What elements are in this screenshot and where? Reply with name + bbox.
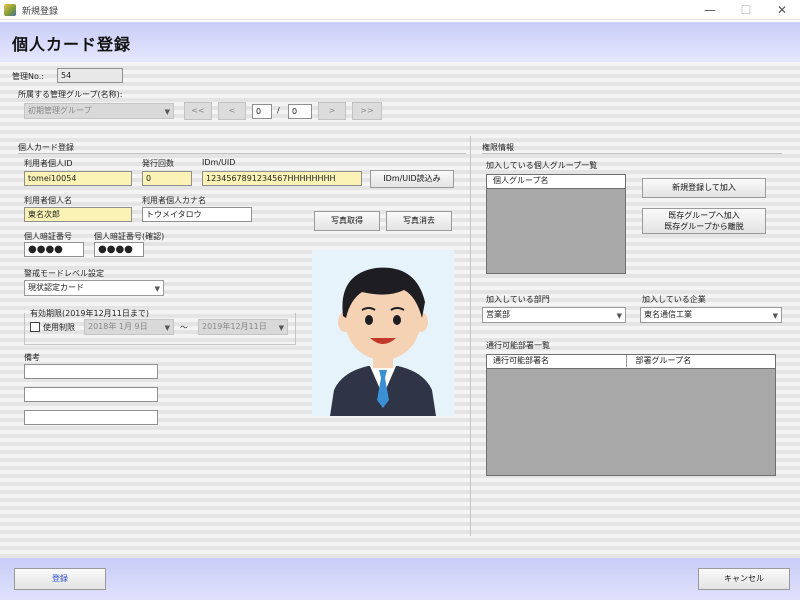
dept-group-column-header: 部署グループ名 [635,356,692,365]
page-header: 個人カード登録 [0,22,800,62]
date-from-picker[interactable]: 2018年 1月 9日 ▼ [84,319,174,335]
security-level-label: 警戒モードレベル設定 [24,269,104,278]
use-limit-label: 使用制限 [43,323,75,332]
passable-dept-list-header: 通行可能部署名 部署グループ名 [487,355,775,369]
date-to-picker[interactable]: 2019年12月11日 ▼ [198,319,288,335]
chevron-down-icon: ▼ [616,312,622,320]
personal-group-list-header: 個人グループ名 [487,175,625,189]
remarks-input-1[interactable] [24,364,158,379]
card-section-divider [18,153,466,154]
mgmt-no-label: 管理No.: [12,72,44,81]
chevron-down-icon: ▼ [772,312,778,320]
register-button[interactable]: 登録 [14,568,106,590]
department-select[interactable]: 営業部 ▼ [482,307,626,323]
remarks-label: 備考 [24,353,40,362]
date-to-value: 2019年12月11日 [202,322,267,331]
personal-group-column-header: 個人グループ名 [493,176,549,185]
photo-delete-button[interactable]: 写真消去 [386,211,452,231]
nav-prev-button[interactable]: < [218,102,246,120]
window-titlebar: 新規登録 — ☐ ✕ [0,0,800,20]
chevron-down-icon: ▼ [164,324,170,332]
use-limit-checkbox[interactable] [30,322,40,332]
minimize-icon[interactable]: — [700,2,720,18]
chevron-down-icon: ▼ [164,108,170,116]
company-label: 加入している企業 [642,295,706,304]
department-value: 営業部 [486,310,510,319]
personal-group-list[interactable]: 個人グループ名 [486,174,626,274]
pin-input[interactable]: ●●●● [24,242,84,257]
pin-label: 個人暗証番号 [24,232,72,241]
user-id-input[interactable]: tomei10054 [24,171,132,186]
card-section-label: 個人カード登録 [18,143,74,152]
new-group-join-button[interactable]: 新規登録して加入 [642,178,766,198]
page-footer: 登録 キャンセル [0,558,800,600]
remarks-input-3[interactable] [24,410,158,425]
page-index-field[interactable]: 0 [252,104,272,119]
app-icon [4,4,16,16]
security-level-select[interactable]: 現状認定カード ▼ [24,280,164,296]
photo-get-button[interactable]: 写真取得 [314,211,380,231]
issue-count-label: 発行回数 [142,159,174,168]
pin-confirm-input[interactable]: ●●●● [94,242,144,257]
column-divider [470,136,471,536]
user-kana-input[interactable]: トウメイタロウ [142,207,252,222]
group-select-value: 初期管理グループ [28,106,92,115]
close-icon[interactable]: ✕ [772,2,792,18]
maximize-icon[interactable]: ☐ [736,2,756,18]
nav-next-button[interactable]: > [318,102,346,120]
date-range-tilde: 〜 [180,323,188,332]
existing-group-join-label: 既存グループへ加入 [668,211,740,220]
group-select[interactable]: 初期管理グループ ▼ [24,103,174,119]
security-level-value: 現状認定カード [28,283,84,292]
pin-confirm-label: 個人暗証番号(確認) [94,232,165,241]
date-from-value: 2018年 1月 9日 [88,322,148,331]
mgmt-no-field: 54 [57,68,123,83]
auth-section-label: 権限情報 [482,143,514,152]
passable-dept-column-header: 通行可能部署名 [487,355,627,367]
page-separator: / [277,106,280,115]
auth-section-divider [482,153,782,154]
idm-read-button[interactable]: IDm/UID読込み [370,170,454,188]
passable-dept-list[interactable]: 通行可能部署名 部署グループ名 [486,354,776,476]
personal-group-label: 加入している個人グループ一覧 [486,161,598,170]
department-label: 加入している部門 [486,295,550,304]
user-name-input[interactable]: 東名次郎 [24,207,132,222]
user-id-label: 利用者個人ID [24,159,73,168]
cancel-button[interactable]: キャンセル [698,568,790,590]
existing-group-join-button[interactable]: 既存グループへ加入 既存グループから離脱 [642,208,766,234]
person-avatar-icon [312,250,454,416]
passable-dept-label: 通行可能部署一覧 [486,341,550,350]
idm-label: IDm/UID [202,158,236,167]
chevron-down-icon: ▼ [154,285,160,293]
idm-input[interactable]: 1234567891234567HHHHHHHH [202,171,362,186]
existing-group-leave-label: 既存グループから離脱 [664,222,744,231]
page-title: 個人カード登録 [12,35,132,54]
nav-first-button[interactable]: << [184,102,212,120]
chevron-down-icon: ▼ [278,324,284,332]
user-photo [312,250,454,416]
group-label: 所属する管理グループ(名称): [18,90,123,99]
issue-count-input[interactable]: 0 [142,171,192,186]
user-name-label: 利用者個人名 [24,196,72,205]
user-kana-label: 利用者個人カナ名 [142,196,206,205]
company-select[interactable]: 東名通信工業 ▼ [640,307,782,323]
nav-last-button[interactable]: >> [352,102,382,120]
page-total-field: 0 [288,104,312,119]
remarks-input-2[interactable] [24,387,158,402]
window-title: 新規登録 [22,7,59,17]
company-value: 東名通信工業 [644,310,692,319]
